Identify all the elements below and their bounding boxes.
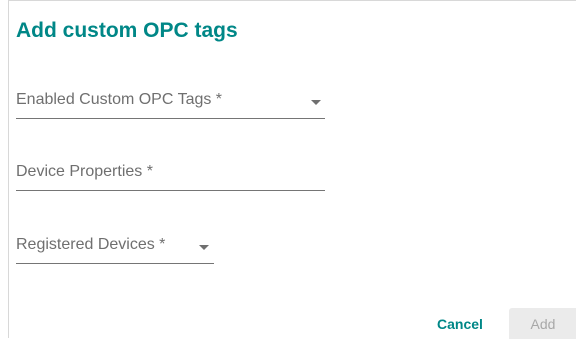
add-button[interactable]: Add (509, 308, 576, 339)
cancel-button[interactable]: Cancel (420, 308, 500, 339)
device-properties-field[interactable]: Device Properties * (16, 161, 325, 191)
registered-devices-label: Registered Devices * (16, 236, 166, 253)
dialog-title: Add custom OPC tags (16, 19, 238, 42)
enabled-custom-opc-tags-select[interactable]: Enabled Custom OPC Tags * (16, 89, 325, 119)
add-custom-opc-tags-dialog: Add custom OPC tags Enabled Custom OPC T… (8, 0, 576, 339)
device-properties-label: Device Properties * (16, 163, 153, 180)
chevron-down-icon (199, 245, 209, 250)
enabled-custom-opc-tags-label: Enabled Custom OPC Tags * (16, 91, 223, 108)
chevron-down-icon (311, 100, 321, 105)
registered-devices-select[interactable]: Registered Devices * (16, 234, 214, 264)
